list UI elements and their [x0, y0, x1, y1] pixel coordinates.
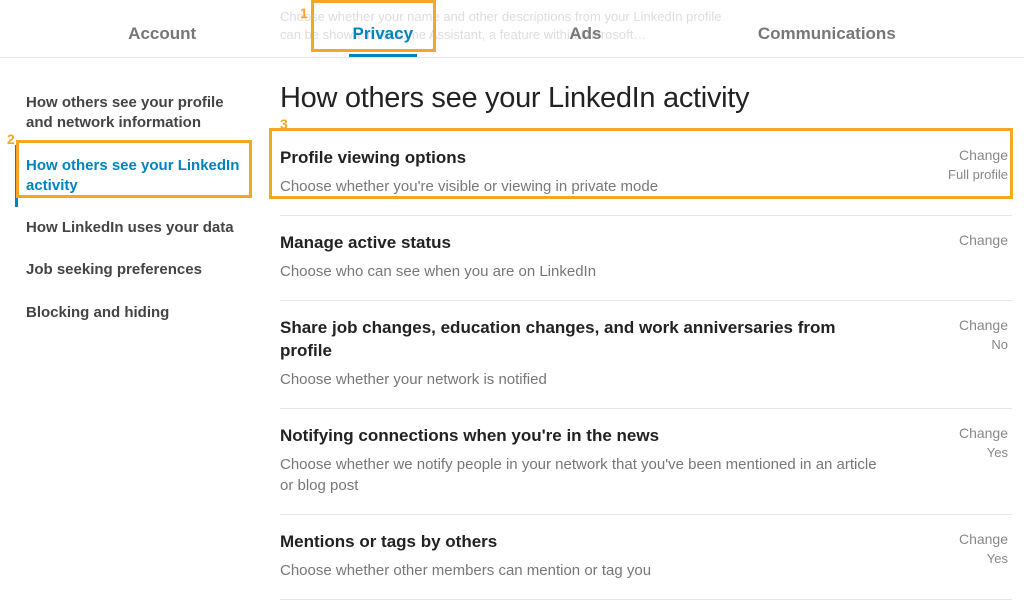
content: How others see your profile and network …	[0, 58, 1024, 600]
setting-value: Yes	[928, 551, 1008, 566]
setting-desc: Choose whether your network is notified	[280, 369, 888, 390]
setting-value: Yes	[928, 445, 1008, 460]
setting-right: Change	[928, 232, 1008, 252]
setting-desc: Choose whether we notify people in your …	[280, 454, 888, 496]
tab-ads[interactable]: Ads	[545, 16, 625, 57]
change-link[interactable]: Change	[928, 425, 1008, 441]
setting-mentions-tags[interactable]: Mentions or tags by others Choose whethe…	[280, 515, 1012, 600]
change-link[interactable]: Change	[928, 147, 1008, 163]
sidebar-item-blocking[interactable]: Blocking and hiding	[26, 292, 252, 334]
sidebar-item-profile-network[interactable]: How others see your profile and network …	[26, 82, 252, 145]
sidebar-item-linkedin-activity[interactable]: How others see your LinkedIn activity	[15, 145, 252, 208]
setting-left: Share job changes, education changes, an…	[280, 317, 928, 390]
sidebar-item-data-usage[interactable]: How LinkedIn uses your data	[26, 207, 252, 249]
setting-desc: Choose whether other members can mention…	[280, 560, 888, 581]
setting-news-notify[interactable]: Notifying connections when you're in the…	[280, 409, 1012, 515]
setting-right: Change Full profile	[928, 147, 1008, 182]
setting-title: Share job changes, education changes, an…	[280, 317, 888, 363]
setting-right: Change Yes	[928, 425, 1008, 460]
setting-profile-viewing[interactable]: Profile viewing options Choose whether y…	[280, 131, 1012, 216]
setting-title: Manage active status	[280, 232, 888, 255]
setting-left: Profile viewing options Choose whether y…	[280, 147, 928, 197]
setting-left: Manage active status Choose who can see …	[280, 232, 928, 282]
setting-title: Profile viewing options	[280, 147, 888, 170]
setting-left: Notifying connections when you're in the…	[280, 425, 928, 496]
change-link[interactable]: Change	[928, 531, 1008, 547]
setting-desc: Choose who can see when you are on Linke…	[280, 261, 888, 282]
tab-account[interactable]: Account	[104, 16, 220, 57]
setting-title: Mentions or tags by others	[280, 531, 888, 554]
top-tabs: Choose whether your name and other descr…	[0, 0, 1024, 58]
page-title: How others see your LinkedIn activity	[280, 82, 1012, 115]
setting-value: No	[928, 337, 1008, 352]
sidebar: How others see your profile and network …	[0, 82, 252, 600]
setting-desc: Choose whether you're visible or viewing…	[280, 176, 888, 197]
main: How others see your LinkedIn activity Pr…	[252, 82, 1024, 600]
setting-right: Change No	[928, 317, 1008, 352]
setting-title: Notifying connections when you're in the…	[280, 425, 888, 448]
change-link[interactable]: Change	[928, 232, 1008, 248]
setting-left: Mentions or tags by others Choose whethe…	[280, 531, 928, 581]
change-link[interactable]: Change	[928, 317, 1008, 333]
setting-active-status[interactable]: Manage active status Choose who can see …	[280, 216, 1012, 301]
setting-right: Change Yes	[928, 531, 1008, 566]
tab-communications[interactable]: Communications	[734, 16, 920, 57]
setting-share-changes[interactable]: Share job changes, education changes, an…	[280, 301, 1012, 409]
setting-value: Full profile	[928, 167, 1008, 182]
sidebar-item-job-seeking[interactable]: Job seeking preferences	[26, 249, 252, 291]
tab-privacy[interactable]: Privacy	[329, 16, 438, 57]
